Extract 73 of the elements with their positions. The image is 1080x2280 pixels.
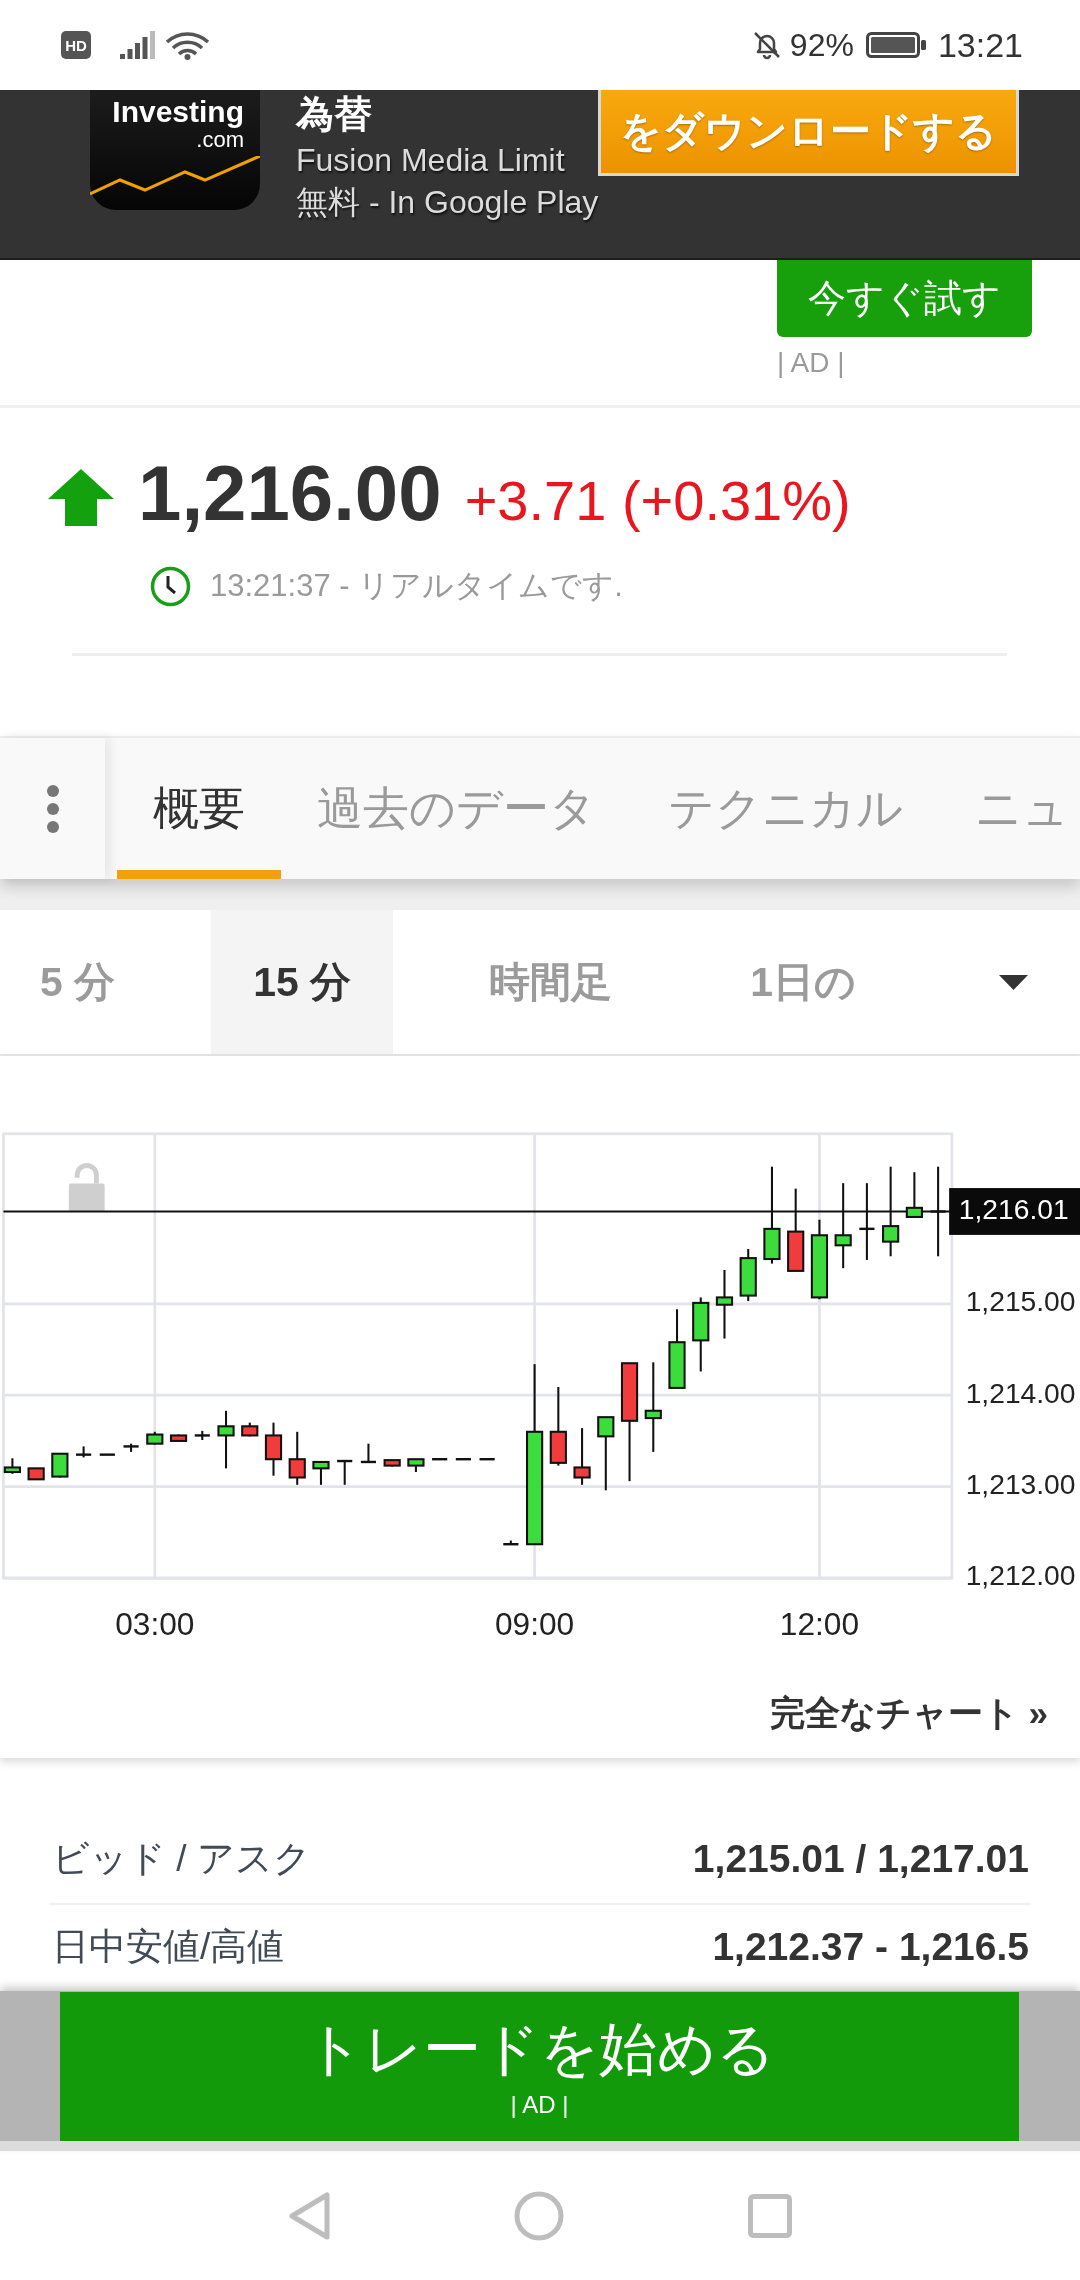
app-logo-domain: .com — [196, 128, 244, 152]
falling-candle — [383, 1459, 401, 1467]
rising-candle — [51, 1452, 69, 1478]
rising-candle — [146, 1431, 164, 1445]
clock-icon — [150, 565, 191, 607]
time-axis-label: 12:00 — [779, 1606, 860, 1643]
padlock-icon[interactable] — [68, 1163, 105, 1212]
flat-candle — [479, 1458, 495, 1461]
section-tab[interactable]: テクニカル — [632, 738, 939, 879]
flat-candle — [194, 1430, 210, 1440]
time-axis-label: 03:00 — [115, 1606, 195, 1643]
rising-candle — [407, 1458, 425, 1472]
flat-candle — [432, 1458, 448, 1461]
falling-candle — [241, 1422, 259, 1437]
muted-bell-icon — [751, 30, 782, 60]
app-store-line: 無料 - In Google Play — [296, 183, 599, 222]
section-tab[interactable]: 概要 — [117, 738, 281, 879]
app-title: 為替 — [296, 92, 372, 137]
price-axis-label: 1,213.00 — [965, 1468, 1076, 1501]
flat-candle — [360, 1443, 376, 1464]
price-axis-label: 1,214.00 — [965, 1376, 1076, 1409]
battery-icon — [865, 32, 926, 58]
stat-label: ビッド / アスク — [52, 1837, 311, 1881]
rising-candle — [715, 1270, 734, 1339]
timeframe-option[interactable]: 15 分 — [211, 910, 394, 1054]
recent-apps-icon[interactable] — [747, 2193, 792, 2238]
stat-label: 日中安値/高値 — [52, 1925, 285, 1969]
stat-value: 1,212.37 - 1,216.5 — [712, 1925, 1029, 1969]
flat-candle — [123, 1443, 139, 1452]
time-axis-label: 09:00 — [494, 1606, 575, 1643]
app-publisher: Fusion Media Limit — [296, 141, 565, 180]
falling-candle — [27, 1467, 45, 1481]
rising-candle — [905, 1172, 923, 1218]
flat-candle — [337, 1459, 353, 1485]
section-tab[interactable]: ニュ — [939, 738, 1069, 879]
stat-value: 1,215.01 / 1,217.01 — [692, 1837, 1029, 1881]
flat-candle — [455, 1458, 471, 1461]
quote-timestamp: 13:21:37 - リアルタイムです. — [210, 567, 623, 605]
start-trading-button[interactable]: トレードを始める | AD | — [60, 1992, 1019, 2141]
ad-label: | AD | — [510, 2089, 569, 2120]
signal-icon — [120, 31, 156, 59]
kebab-menu-icon[interactable] — [45, 783, 60, 834]
rising-candle — [217, 1410, 235, 1469]
ad-label: | AD | — [777, 347, 845, 379]
app-logo-text: Investing — [112, 96, 244, 128]
current-price-tag: 1,216.01 — [949, 1188, 1080, 1235]
download-button[interactable]: をダウンロードする — [598, 90, 1019, 176]
rising-candle — [739, 1248, 757, 1302]
ref-line-label: 1,216.01 — [958, 1192, 1069, 1225]
hd-badge: HD — [61, 31, 91, 59]
falling-candle — [264, 1422, 283, 1476]
falling-candle — [169, 1434, 188, 1442]
trend-line-icon — [90, 156, 260, 196]
price-axis-label: 1,212.00 — [965, 1559, 1076, 1592]
flat-candle — [503, 1540, 519, 1546]
rising-candle — [312, 1460, 330, 1485]
section-tab[interactable]: 過去のデータ — [281, 738, 632, 879]
back-icon[interactable] — [288, 2191, 330, 2240]
full-chart-link[interactable]: 完全なチャート » — [769, 1690, 1048, 1737]
wifi-icon — [165, 30, 210, 60]
last-price: 1,216.00 — [138, 448, 442, 538]
flat-candle — [76, 1446, 92, 1458]
flat-candle — [99, 1453, 115, 1456]
battery-percent: 92% — [789, 26, 854, 64]
rising-candle — [3, 1458, 21, 1474]
dropdown-caret-icon[interactable] — [999, 974, 1028, 990]
clock-time: 13:21 — [937, 25, 1023, 65]
try-now-button[interactable]: 今すぐ試す — [777, 260, 1032, 337]
falling-candle — [573, 1428, 591, 1485]
home-icon[interactable] — [513, 2190, 564, 2241]
falling-candle — [288, 1431, 306, 1485]
price-change: +3.71 (+0.31%) — [464, 468, 851, 534]
price-axis-label: 1,215.00 — [965, 1285, 1076, 1318]
